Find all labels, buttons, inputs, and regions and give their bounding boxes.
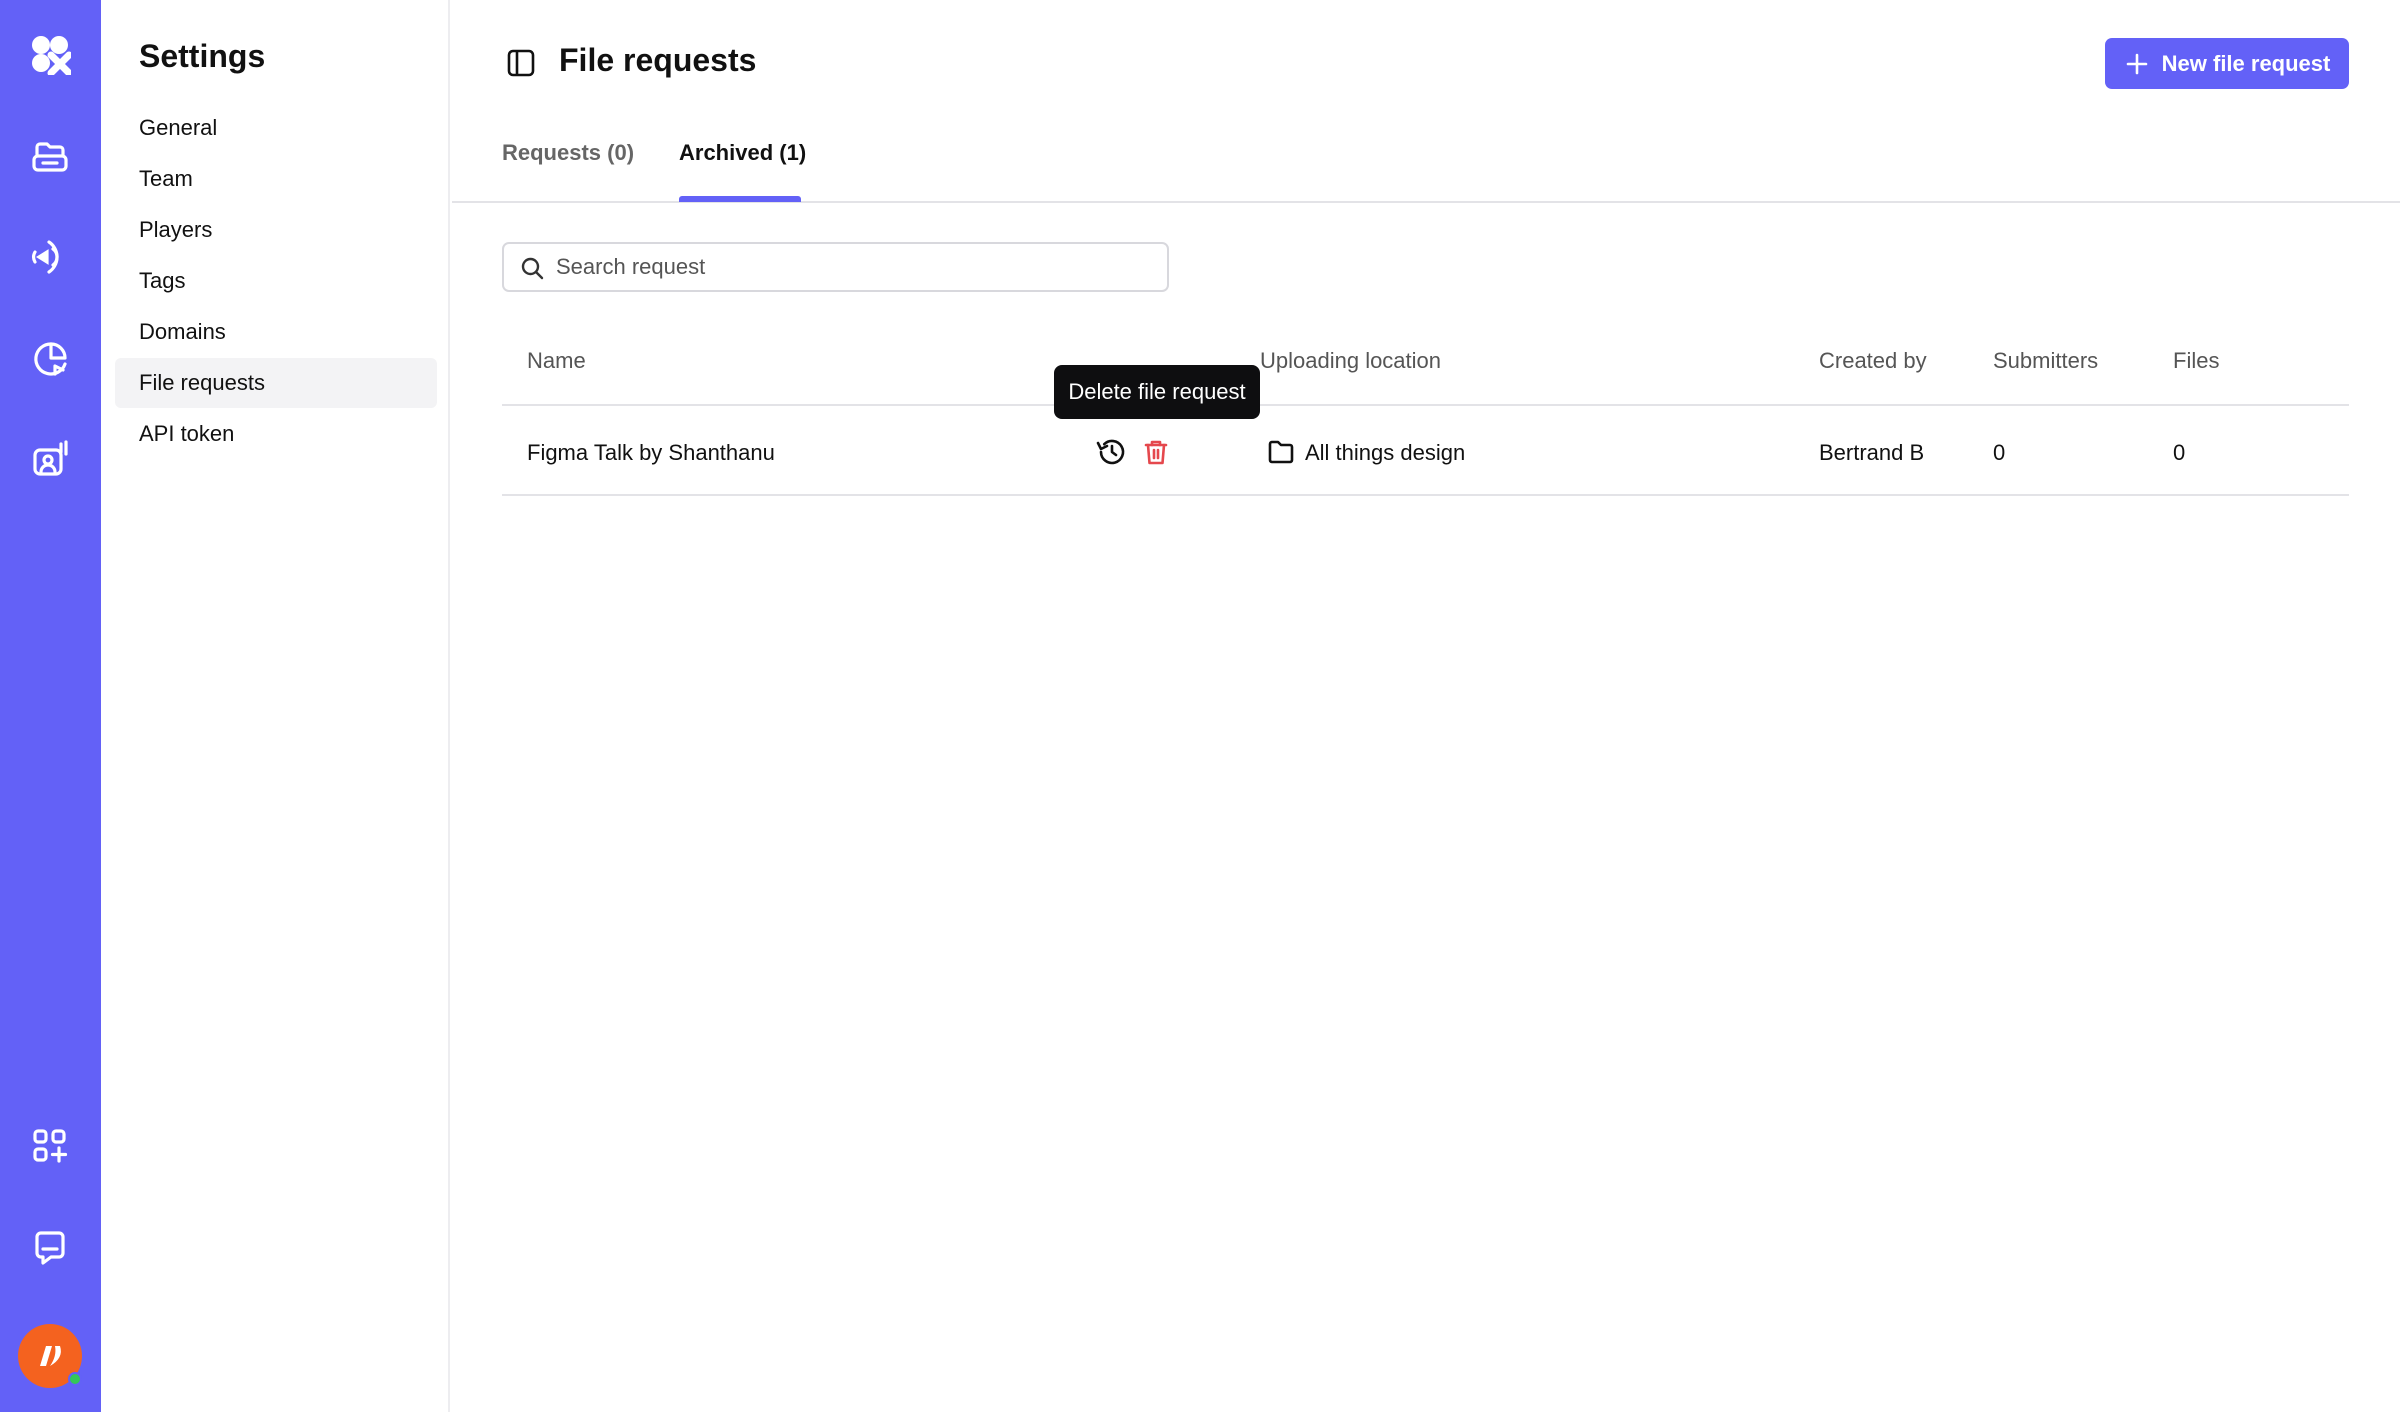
online-status-dot <box>68 1372 82 1386</box>
column-header-location[interactable]: Uploading location <box>1260 348 1441 374</box>
folder-icon <box>1268 440 1294 464</box>
logo-icon[interactable] <box>26 30 74 78</box>
new-file-request-label: New file request <box>2161 50 2331 76</box>
search-input[interactable] <box>556 254 1167 280</box>
tab-requests[interactable]: Requests (0) <box>502 140 634 166</box>
tab-archived[interactable]: Archived (1) <box>679 140 806 166</box>
column-header-files[interactable]: Files <box>2173 348 2219 374</box>
row-location[interactable]: All things design <box>1305 440 1465 466</box>
search-icon <box>521 257 544 280</box>
row-name: Figma Talk by Shanthanu <box>527 440 775 465</box>
settings-title: Settings <box>139 38 266 74</box>
restore-icon[interactable] <box>1095 436 1127 468</box>
settings-sidebar: Settings General Team Players Tags Domai… <box>101 0 450 1412</box>
row-files: 0 <box>2173 440 2186 465</box>
nav-item-tags[interactable]: Tags <box>115 256 437 306</box>
nav-item-team[interactable]: Team <box>115 154 437 204</box>
nav-item-general[interactable]: General <box>115 103 437 153</box>
new-file-request-button[interactable]: New file request <box>2105 38 2349 89</box>
analytics-icon[interactable] <box>26 335 74 383</box>
active-tab-indicator <box>679 196 801 202</box>
nav-item-domains[interactable]: Domains <box>115 307 437 357</box>
column-header-name[interactable]: Name <box>527 348 586 374</box>
plus-icon <box>2126 53 2147 74</box>
presenter-icon[interactable] <box>26 435 74 483</box>
app-rail <box>0 0 101 1412</box>
row-submitters: 0 <box>1993 440 2006 465</box>
column-header-submitters[interactable]: Submitters <box>1993 348 2098 374</box>
delete-tooltip: Delete file request <box>1054 365 1260 419</box>
page-title: File requests <box>559 42 757 78</box>
table-row-divider <box>502 494 2349 496</box>
broadcast-icon[interactable] <box>26 233 74 281</box>
main-content: File requests New file request Requests … <box>452 0 2400 1412</box>
library-icon[interactable] <box>26 133 74 181</box>
search-box <box>502 242 1169 292</box>
trash-icon[interactable] <box>1140 436 1172 468</box>
user-avatar[interactable] <box>18 1324 82 1388</box>
row-created-by: Bertrand B <box>1819 440 1925 465</box>
table-header-divider <box>502 404 2349 406</box>
panel-toggle-icon[interactable] <box>504 46 538 80</box>
nav-item-api-token[interactable]: API token <box>115 409 437 459</box>
nav-item-file-requests[interactable]: File requests <box>115 358 437 408</box>
chat-icon[interactable] <box>26 1224 74 1272</box>
nav-item-players[interactable]: Players <box>115 205 437 255</box>
column-header-created-by[interactable]: Created by <box>1819 348 1927 374</box>
page-header: File requests New file request Requests … <box>452 0 2400 203</box>
apps-icon[interactable] <box>26 1122 74 1170</box>
settings-nav: General Team Players Tags Domains File r… <box>115 103 437 460</box>
